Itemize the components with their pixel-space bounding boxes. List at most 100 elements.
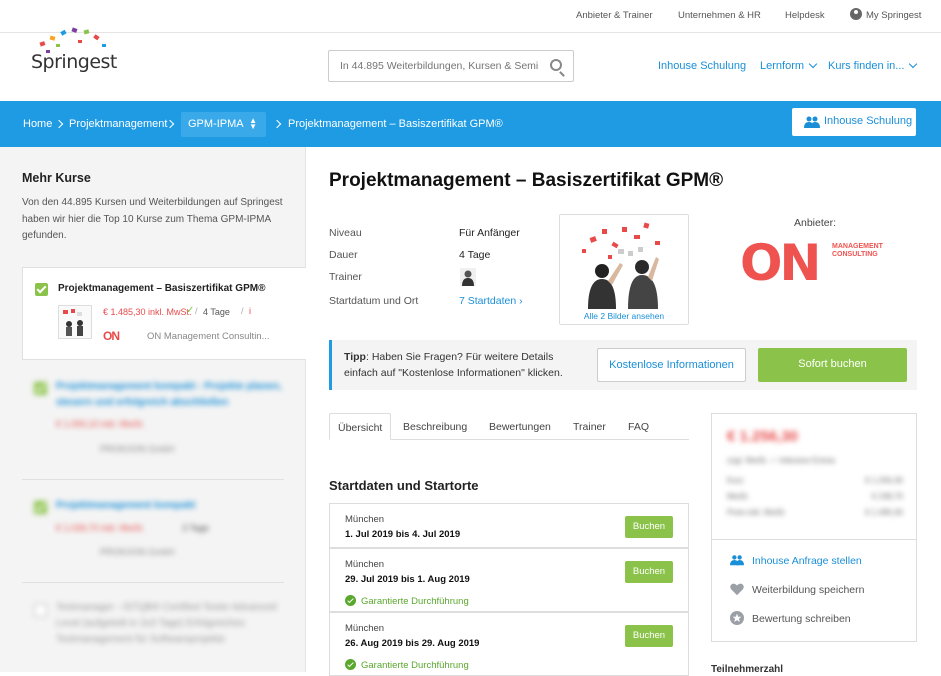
sidebar-item-title[interactable]: Testmanager - ISTQB® Certified Tester Ad… xyxy=(56,600,286,648)
breadcrumb-current: Projektmanagement – Basiszertifikat GPM® xyxy=(288,118,503,130)
trainer-avatar[interactable] xyxy=(460,268,476,286)
breadcrumb-select-value: GPM-IPMA xyxy=(188,118,244,130)
startdate-row: München 1. Jul 2019 bis 4. Jul 2019 Buch… xyxy=(329,503,689,548)
teilnehmer-heading: Teilnehmerzahl xyxy=(711,664,784,675)
startdate-city: München xyxy=(345,559,385,570)
star-circle-icon[interactable] xyxy=(730,611,744,625)
updown-icon: ▲ ▼ xyxy=(249,116,257,131)
search-icon[interactable] xyxy=(550,59,562,71)
startdaten-label: 7 Startdaten xyxy=(459,295,517,307)
startdate-dates: 29. Jul 2019 bis 1. Aug 2019 xyxy=(345,574,470,585)
bewertung-schreiben-link[interactable]: Bewertung schreiben xyxy=(752,613,851,625)
course-image[interactable] xyxy=(560,215,688,309)
startdate-dates: 26. Aug 2019 bis 29. Aug 2019 xyxy=(345,638,480,649)
sidebar-item-title[interactable]: Projektmanagement kompakt xyxy=(56,498,286,514)
chevron-right-icon xyxy=(54,119,64,129)
meta-label-startdatum: Startdatum und Ort xyxy=(329,295,419,307)
tab-faq[interactable]: FAQ xyxy=(628,413,649,440)
checkbox-checked-icon[interactable] xyxy=(35,283,48,296)
chevron-down-icon xyxy=(909,59,918,69)
meta-label-niveau: Niveau xyxy=(329,227,362,239)
tab-bewertungen[interactable]: Bewertungen xyxy=(489,413,551,440)
buchen-button[interactable]: Buchen xyxy=(625,561,673,583)
check-circle-icon xyxy=(345,595,356,606)
startdate-city: München xyxy=(345,514,385,525)
startdate-row: München 29. Jul 2019 bis 1. Aug 2019 Gar… xyxy=(329,548,689,612)
guaranteed-label: Garantierte Durchführung xyxy=(361,660,469,671)
tab-trainer[interactable]: Trainer xyxy=(573,413,606,440)
search-input[interactable] xyxy=(329,51,539,81)
checkbox-unchecked-icon[interactable] xyxy=(34,604,47,617)
sidebar-item-title[interactable]: Projektmanagement kompakt - Projekte pla… xyxy=(56,379,286,411)
price-row-label: MwSt. xyxy=(727,492,750,501)
kostenlose-informationen-button[interactable]: Kostenlose Informationen xyxy=(597,348,746,382)
all-images-link[interactable]: Alle 2 Bilder ansehen xyxy=(560,311,688,321)
separator: / xyxy=(195,306,198,316)
check-circle-icon xyxy=(345,659,356,670)
nav-lernform[interactable]: Lernform xyxy=(760,59,818,72)
people-icon xyxy=(804,116,820,128)
price-box: € 1.256,30 zzgl. MwSt. ✓ Inklusive Extra… xyxy=(711,413,917,540)
sidebar-item-price: € 1.093,10 inkl. MwSt. xyxy=(56,419,145,429)
user-icon xyxy=(850,8,862,20)
sidebar-description: Von den 44.895 Kursen und Weiterbildunge… xyxy=(22,197,283,241)
sidebar-card-price: € 1.485,30 inkl. MwSt. xyxy=(103,307,192,317)
sidebar-item-provider: PROKOON GmbH xyxy=(100,547,175,557)
meta-label-trainer: Trainer xyxy=(329,271,362,283)
price-total: € 1.256,30 xyxy=(727,428,798,445)
price-row-label: Preis inkl. MwSt. xyxy=(727,508,787,517)
tip-text: Tipp: Haben Sie Fragen? Für weitere Deta… xyxy=(344,349,589,381)
guaranteed-badge: Garantierte Durchführung xyxy=(345,657,469,671)
provider-logo-text: ON xyxy=(740,234,821,292)
inhouse-button-label: Inhouse Schulung xyxy=(824,115,913,127)
sidebar-card-days: 4 Tage xyxy=(203,307,230,317)
search-box[interactable] xyxy=(328,50,574,82)
sidebar-item-price: € 1.039,70 inkl. MwSt. xyxy=(56,523,145,533)
logo-text[interactable]: Springest xyxy=(31,51,117,73)
checkbox-checked-icon[interactable] xyxy=(34,501,47,514)
price-row: Kurs € 1.256,30 xyxy=(727,476,903,485)
tip-body: : Haben Sie Fragen? Für weitere Details … xyxy=(344,351,563,379)
meta-value-dauer: 4 Tage xyxy=(459,249,491,261)
sidebar-title: Mehr Kurse xyxy=(22,171,91,185)
course-image-gallery[interactable]: Alle 2 Bilder ansehen xyxy=(559,214,689,325)
startdates-heading: Startdaten und Startorte xyxy=(329,478,479,493)
sidebar-card-title[interactable]: Projektmanagement – Basiszertifikat GPM® xyxy=(58,283,265,294)
course-thumbnail xyxy=(58,305,92,339)
weiterbildung-speichern-link[interactable]: Weiterbildung speichern xyxy=(752,584,864,596)
helpdesk-link[interactable]: Helpdesk xyxy=(785,10,825,21)
sidebar-course-card[interactable]: Projektmanagement – Basiszertifikat GPM®… xyxy=(22,267,306,360)
guaranteed-label: Garantierte Durchführung xyxy=(361,596,469,607)
tab-beschreibung[interactable]: Beschreibung xyxy=(403,413,467,440)
breadcrumb-projektmanagement[interactable]: Projektmanagement xyxy=(69,118,167,130)
tab-uebersicht[interactable]: Übersicht xyxy=(329,413,392,440)
startdate-city: München xyxy=(345,623,385,634)
guaranteed-badge: Garantierte Durchführung xyxy=(345,593,469,607)
inhouse-schulung-button[interactable]: Inhouse Schulung xyxy=(792,108,916,136)
meta-value-niveau: Für Anfänger xyxy=(459,227,520,239)
sofort-buchen-button[interactable]: Sofort buchen xyxy=(758,348,907,382)
nav-kurs-finden-label: Kurs finden in... xyxy=(828,60,905,72)
provider-logo-line2: CONSULTING xyxy=(832,251,878,258)
buchen-button[interactable]: Buchen xyxy=(625,625,673,647)
nav-kurs-finden[interactable]: Kurs finden in... xyxy=(828,59,918,72)
meta-label-dauer: Dauer xyxy=(329,249,358,261)
breadcrumb-category-select[interactable]: GPM-IPMA ▲ ▼ xyxy=(181,112,266,137)
top-utility-bar: Anbieter & Trainer Unternehmen & HR Help… xyxy=(0,0,941,33)
separator: / xyxy=(241,306,244,316)
breadcrumb-home[interactable]: Home xyxy=(23,118,52,130)
anbieter-trainer-link[interactable]: Anbieter & Trainer xyxy=(576,10,653,21)
inhouse-anfrage-link[interactable]: Inhouse Anfrage stellen xyxy=(752,555,862,567)
price-row: MwSt. € 238,70 xyxy=(727,492,903,501)
chevron-right-icon xyxy=(272,119,282,129)
sidebar-card-provider[interactable]: ON Management Consultin... xyxy=(147,331,270,342)
more-indicator: i xyxy=(249,306,251,316)
my-springest-link[interactable]: My Springest xyxy=(866,10,921,21)
heart-icon[interactable] xyxy=(730,582,744,596)
unternehmen-hr-link[interactable]: Unternehmen & HR xyxy=(678,10,761,21)
provider-logo[interactable]: ON MANAGEMENT CONSULTING xyxy=(740,234,890,295)
buchen-button[interactable]: Buchen xyxy=(625,516,673,538)
nav-inhouse-schulung[interactable]: Inhouse Schulung xyxy=(658,60,746,72)
startdaten-link[interactable]: 7 Startdaten › xyxy=(459,295,523,307)
checkbox-checked-icon[interactable] xyxy=(34,382,47,395)
